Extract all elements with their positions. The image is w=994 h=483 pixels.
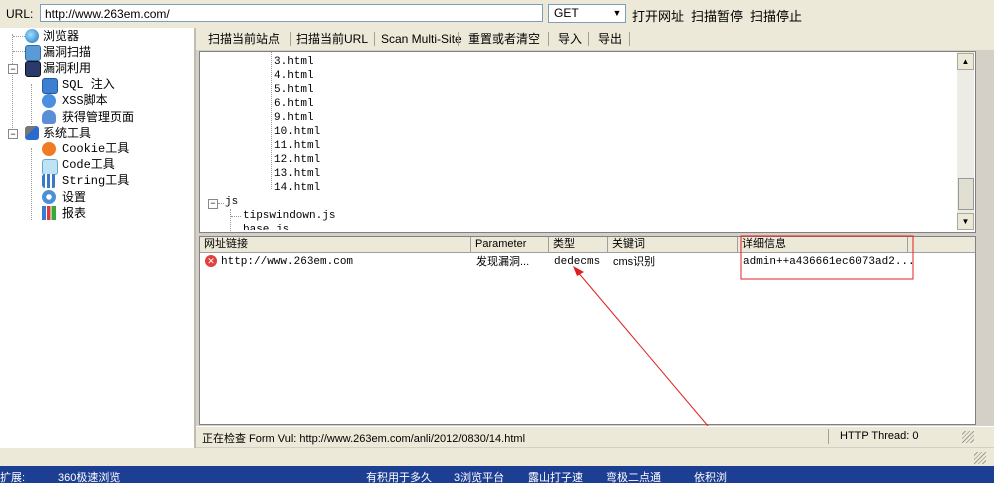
taskbar-item[interactable]: 依积浏: [694, 469, 727, 483]
taskbar-item[interactable]: 有积用于多久: [366, 469, 432, 483]
annotation-arrow: [576, 270, 709, 427]
outer-status-bar: [0, 448, 994, 466]
taskbar-item[interactable]: 360极速浏览: [58, 469, 120, 483]
status-bar: 正在检查 Form Vul: http://www.263em.com/anli…: [196, 426, 994, 447]
taskbar-item[interactable]: 3浏览平台: [454, 469, 504, 483]
taskbar-item[interactable]: 露山打子速: [528, 469, 583, 483]
taskbar-item[interactable]: 扩展:: [0, 469, 25, 483]
taskbar: 扩展: 360极速浏览 有积用于多久 3浏览平台 露山打子速 弯极二点通 依积浏: [0, 466, 994, 483]
taskbar-item[interactable]: 弯极二点通: [606, 469, 661, 483]
status-checking: 正在检查 Form Vul: http://www.263em.com/anli…: [202, 433, 526, 445]
resize-grip-icon[interactable]: [962, 431, 974, 443]
highlight-box: [740, 235, 914, 280]
resize-grip-icon[interactable]: [974, 452, 986, 464]
arrowhead-icon: [573, 266, 584, 276]
status-thread: HTTP Thread: 0: [840, 430, 919, 442]
annotation-overlay: [573, 235, 914, 427]
